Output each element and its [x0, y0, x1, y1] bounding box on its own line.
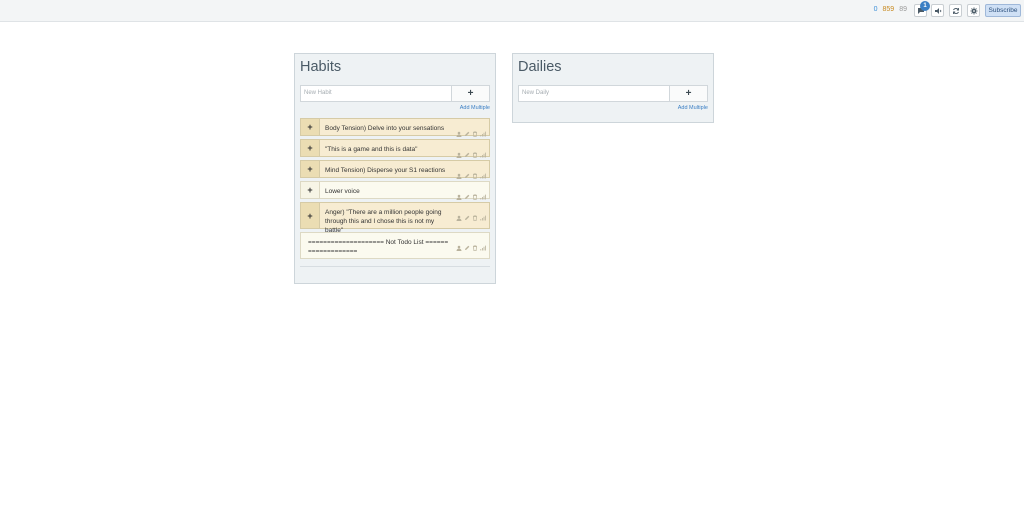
- notification-badge: 1: [920, 1, 930, 11]
- habit-plus-button[interactable]: +: [301, 119, 320, 135]
- new-daily-input[interactable]: New Daily: [518, 85, 670, 102]
- gems-count: 0: [873, 6, 878, 13]
- habit-item[interactable]: ==================== Not Todo List =====…: [300, 232, 490, 259]
- stats-bars-icon[interactable]: [480, 208, 486, 221]
- trash-icon[interactable]: [472, 208, 478, 222]
- new-habit-input[interactable]: New Habit: [300, 85, 452, 102]
- stats-bars-icon[interactable]: [480, 187, 486, 200]
- edit-pencil-icon[interactable]: [464, 166, 470, 178]
- user-icon[interactable]: [456, 187, 462, 200]
- gold-count: 859: [882, 6, 895, 13]
- habits-add-multiple-link[interactable]: Add Multiple: [460, 105, 490, 111]
- edit-pencil-icon[interactable]: [464, 145, 470, 157]
- chat-button[interactable]: 1: [914, 1, 930, 17]
- stats-bars-icon[interactable]: [480, 166, 486, 179]
- habit-actions: [456, 238, 486, 252]
- habit-item[interactable]: + Lower voice: [300, 181, 490, 201]
- habit-actions: [456, 145, 486, 159]
- edit-pencil-icon[interactable]: [464, 238, 470, 250]
- dailies-add-multiple-link[interactable]: Add Multiple: [678, 105, 708, 111]
- edit-pencil-icon[interactable]: [464, 124, 470, 136]
- dailies-column: Dailies New Daily + Add Multiple: [512, 53, 714, 123]
- sound-icon: [934, 8, 942, 14]
- habits-title: Habits: [300, 59, 342, 75]
- dailies-title: Dailies: [518, 59, 562, 75]
- habit-actions: [456, 166, 486, 180]
- habit-plus-button[interactable]: +: [301, 161, 320, 177]
- habit-plus-button[interactable]: +: [301, 203, 320, 228]
- habit-item[interactable]: + Anger) "There are a million people goi…: [300, 202, 490, 234]
- sync-button[interactable]: [949, 4, 962, 17]
- user-icon[interactable]: [456, 208, 462, 221]
- edit-pencil-icon[interactable]: [464, 208, 470, 220]
- habit-actions: [456, 208, 486, 222]
- add-habit-button[interactable]: +: [452, 85, 490, 102]
- top-bar: 0 859 89 1 Subscribe: [0, 0, 1024, 22]
- trash-icon[interactable]: [472, 124, 478, 138]
- trash-icon[interactable]: [472, 238, 478, 252]
- stats-bars-icon[interactable]: [480, 145, 486, 158]
- sync-icon: [952, 8, 959, 14]
- user-icon[interactable]: [456, 166, 462, 179]
- habit-item[interactable]: + "This is a game and this is data": [300, 139, 490, 159]
- habit-item[interactable]: + Mind Tension) Disperse your S1 reactio…: [300, 160, 490, 180]
- user-icon[interactable]: [456, 124, 462, 137]
- settings-button[interactable]: [967, 4, 980, 17]
- trash-icon[interactable]: [472, 166, 478, 180]
- settings-gear-icon: [970, 7, 977, 15]
- edit-pencil-icon[interactable]: [464, 187, 470, 199]
- habit-item[interactable]: + Body Tension) Delve into your sensatio…: [300, 118, 490, 138]
- user-icon[interactable]: [456, 145, 462, 158]
- list-divider: [300, 266, 490, 267]
- habit-list: + Body Tension) Delve into your sensatio…: [300, 118, 490, 262]
- habit-actions: [456, 187, 486, 201]
- subscribe-button[interactable]: Subscribe: [985, 4, 1021, 17]
- user-icon[interactable]: [456, 238, 462, 251]
- sound-button[interactable]: [931, 4, 944, 17]
- stats-bars-icon[interactable]: [480, 124, 486, 137]
- stats-bars-icon[interactable]: [480, 238, 486, 251]
- habits-column: Habits New Habit + Add Multiple + Body T…: [294, 53, 496, 284]
- new-daily-row: New Daily +: [518, 85, 708, 102]
- habit-plus-button[interactable]: +: [301, 140, 320, 156]
- new-habit-row: New Habit +: [300, 85, 490, 102]
- trash-icon[interactable]: [472, 145, 478, 159]
- currency-stats: 0 859 89: [874, 6, 907, 13]
- trash-icon[interactable]: [472, 187, 478, 201]
- silver-count: 89: [899, 6, 907, 13]
- habit-plus-button[interactable]: +: [301, 182, 320, 198]
- habit-actions: [456, 124, 486, 138]
- add-daily-button[interactable]: +: [670, 85, 708, 102]
